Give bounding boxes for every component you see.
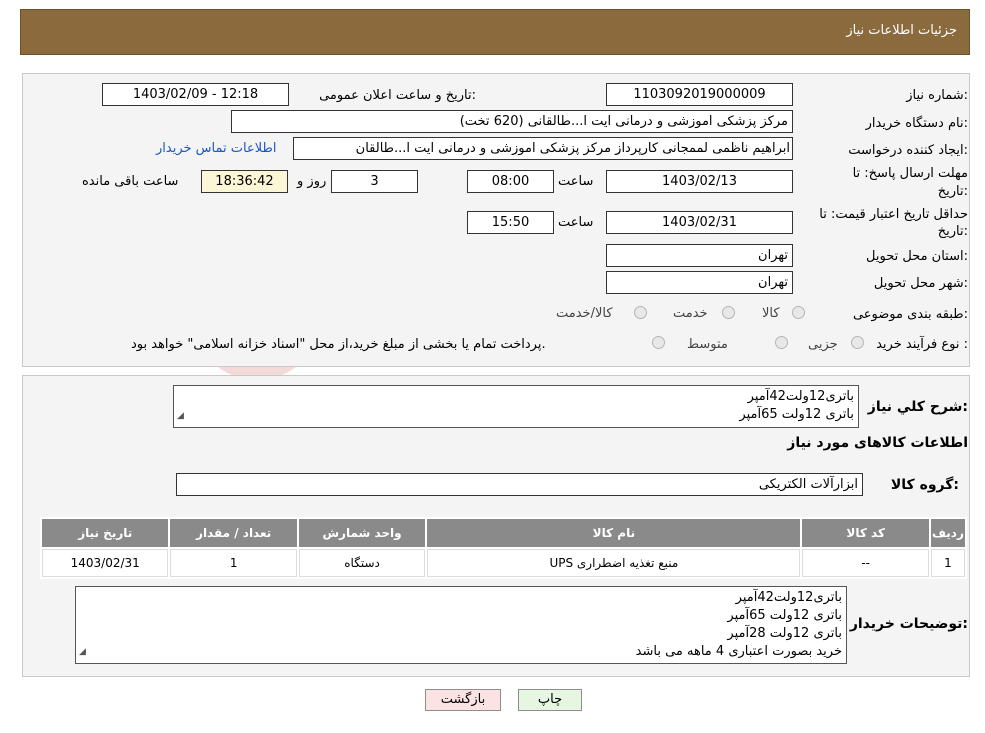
description-line: باتری12ولت42آمپر <box>747 389 854 404</box>
cell-unit: دستگاه <box>298 549 426 577</box>
cell-row-number: 1 <box>930 549 965 577</box>
col-need-date: تاریخ نیاز <box>42 519 169 547</box>
category-option-goods-service: کالا/خدمت <box>556 306 613 321</box>
category-radio-service[interactable] <box>722 306 735 319</box>
validity-time-field: 15:50 <box>467 211 554 234</box>
col-unit: واحد شمارش <box>298 519 426 547</box>
reply-deadline-label-2: تاریخ: <box>937 184 968 199</box>
creator-label: ایجاد کننده درخواست: <box>848 143 968 158</box>
description-label: شرح کلي نياز: <box>867 399 968 415</box>
payment-note: پرداخت تمام یا بخشی از مبلغ خرید،از محل … <box>131 337 546 352</box>
city-field: تهران <box>606 271 793 294</box>
reply-date-field: 1403/02/13 <box>606 170 793 193</box>
province-field: تهران <box>606 244 793 267</box>
buyer-notes-textarea[interactable]: باتری12ولت42آمپر باتری 12ولت 65آمپر باتر… <box>75 586 847 664</box>
col-quantity: تعداد / مقدار <box>170 519 297 547</box>
category-option-service: خدمت <box>673 306 708 321</box>
goods-info-title: اطلاعات کالاهای مورد نیاز <box>787 435 968 451</box>
process-label: نوع فرآیند خرید : <box>876 337 968 352</box>
table-row: 1 -- منبع تغذیه اضطراری UPS دستگاه 1 140… <box>42 549 965 577</box>
category-radio-goods-service[interactable] <box>634 306 647 319</box>
page-title: جزئیات اطلاعات نیاز <box>846 23 957 38</box>
cell-goods-name: منبع تغذیه اضطراری UPS <box>427 549 801 577</box>
validity-date-field: 1403/02/31 <box>606 211 793 234</box>
need-number-label: شماره نیاز: <box>906 88 968 103</box>
buyer-notes-line: باتری12ولت42آمپر <box>735 590 842 605</box>
reply-time-field: 08:00 <box>467 170 554 193</box>
buyer-contact-link[interactable]: اطلاعات تماس خریدار <box>156 141 276 156</box>
days-field: 3 <box>331 170 418 193</box>
buyer-notes-line: خرید بصورت اعتباری 4 ماهه می باشد <box>635 644 842 659</box>
resize-grip-icon[interactable]: ◢ <box>177 407 184 425</box>
announce-label: تاریخ و ساعت اعلان عمومی: <box>319 88 476 103</box>
buyer-org-label: نام دستگاه خریدار: <box>865 116 968 131</box>
print-button[interactable]: چاپ <box>518 689 582 711</box>
description-textarea[interactable]: باتری12ولت42آمپر باتری 12ولت 65آمپر ◢ <box>173 385 859 428</box>
reply-deadline-label: مهلت ارسال پاسخ: تا <box>852 166 968 181</box>
table-header-row: ردیف کد کالا نام کالا واحد شمارش تعداد /… <box>42 519 965 547</box>
goods-group-field: ابزارآلات الکتریکی <box>176 473 863 496</box>
process-option-medium: متوسط <box>687 337 728 352</box>
province-label: استان محل تحویل: <box>866 249 968 264</box>
remaining-time-field: 18:36:42 <box>201 170 288 193</box>
page-header: جزئیات اطلاعات نیاز <box>20 9 970 55</box>
payment-radio[interactable] <box>652 336 665 349</box>
creator-field: ابراهیم ناظمی لممجانی کارپرداز مرکز پزشک… <box>293 137 793 160</box>
reply-hour-label: ساعت <box>558 174 594 189</box>
goods-group-label: گروه کالا: <box>890 477 959 493</box>
buyer-notes-label: توضیحات خریدار: <box>849 616 968 632</box>
validity-hour-label: ساعت <box>558 215 594 230</box>
buyer-org-field: مرکز پزشکی اموزشی و درمانی ایت ا...طالقا… <box>231 110 793 133</box>
validity-label: حداقل تاریخ اعتبار قیمت: تا <box>819 207 968 222</box>
buyer-notes-line: باتری 12ولت 28آمپر <box>727 626 842 641</box>
announce-datetime-field: 1403/02/09 - 12:18 <box>102 83 289 106</box>
process-option-minor: جزیی <box>808 337 838 352</box>
process-radio-minor[interactable] <box>851 336 864 349</box>
cell-goods-code: -- <box>802 549 929 577</box>
cell-need-date: 1403/02/31 <box>42 549 169 577</box>
process-radio-medium[interactable] <box>775 336 788 349</box>
col-row-number: ردیف <box>930 519 965 547</box>
days-label: روز و <box>297 174 327 189</box>
city-label: شهر محل تحویل: <box>873 276 968 291</box>
category-label: طبقه بندی موضوعی: <box>852 307 968 322</box>
category-radio-goods[interactable] <box>792 306 805 319</box>
back-button[interactable]: بازگشت <box>425 689 501 711</box>
buyer-notes-line: باتری 12ولت 65آمپر <box>727 608 842 623</box>
col-goods-code: کد کالا <box>802 519 929 547</box>
resize-grip-icon[interactable]: ◢ <box>79 643 86 661</box>
col-goods-name: نام کالا <box>427 519 801 547</box>
validity-label-2: تاریخ: <box>937 224 968 239</box>
need-number-field: 1103092019000009 <box>606 83 793 106</box>
remaining-label: ساعت باقی مانده <box>82 174 179 189</box>
cell-quantity: 1 <box>170 549 297 577</box>
items-table: ردیف کد کالا نام کالا واحد شمارش تعداد /… <box>40 517 967 579</box>
description-line: باتری 12ولت 65آمپر <box>739 407 854 422</box>
category-option-goods: کالا <box>762 306 780 321</box>
